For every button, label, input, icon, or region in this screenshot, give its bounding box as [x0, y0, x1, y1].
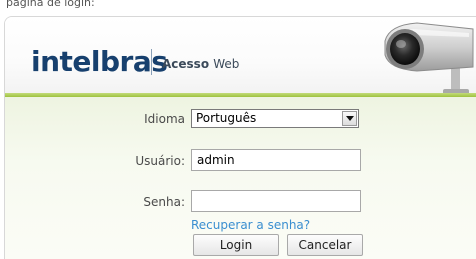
app-subtitle: Acesso Web [162, 57, 239, 71]
login-button[interactable]: Login [193, 234, 279, 256]
language-select[interactable]: Português [191, 109, 359, 128]
subtitle-light: Web [213, 57, 240, 71]
login-panel: intelbras Acesso Web Idioma Português Us… [4, 16, 476, 259]
chevron-down-icon [346, 116, 354, 121]
dropdown-button[interactable] [342, 111, 357, 126]
recover-password-link[interactable]: Recuperar a senha? [191, 218, 310, 232]
login-form: Idioma Português Usuário: admin Senha: R… [5, 97, 476, 259]
language-label: Idioma [144, 112, 185, 126]
password-label: Senha: [143, 195, 185, 209]
password-input[interactable] [191, 190, 361, 212]
cancel-button[interactable]: Cancelar [287, 234, 363, 256]
logo-divider [151, 49, 152, 75]
subtitle-bold: Acesso [162, 57, 210, 71]
brand-logo: intelbras [31, 45, 168, 78]
login-page: página de login: intelbras Acesso Web Id… [0, 0, 476, 259]
security-camera-icon [377, 19, 476, 97]
username-input[interactable]: admin [191, 149, 361, 171]
header: intelbras Acesso Web [5, 17, 476, 95]
username-label: Usuário: [135, 154, 185, 168]
page-caption: página de login: [6, 0, 95, 9]
language-select-value: Português [196, 111, 257, 125]
